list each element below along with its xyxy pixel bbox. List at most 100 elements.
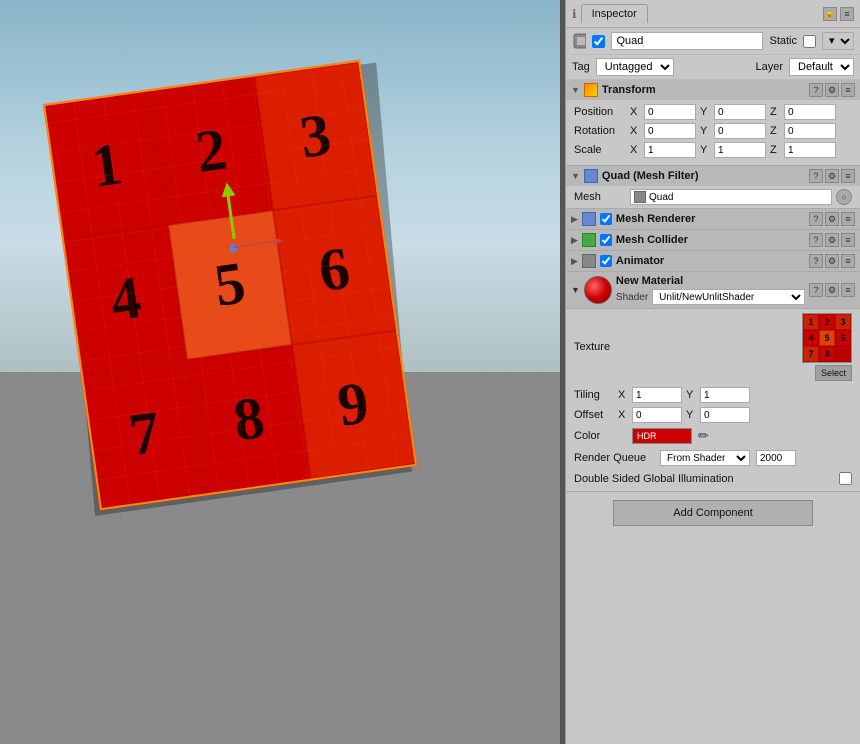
scale-z-label: Z [770,144,780,156]
animator-checkbox[interactable] [600,255,612,267]
material-header: ▼ New Material Shader Unlit/NewUnlitShad… [566,272,860,309]
animator-buttons: ? ⚙ ≡ [809,254,855,268]
scale-x-input[interactable] [644,142,696,158]
mesh-filter-component: ▼ Quad (Mesh Filter) ? ⚙ ≡ Mesh Quad ○ [566,166,860,209]
texture-row: Texture 1 2 3 4 5 6 7 8 Select [566,309,860,385]
animator-menu-btn[interactable]: ≡ [841,254,855,268]
lock-icon[interactable]: 🔒 [823,7,837,21]
offset-y-input[interactable] [700,407,750,423]
mesh-renderer-checkbox[interactable] [600,213,612,225]
material-shader-row: Shader Unlit/NewUnlitShader [616,289,805,305]
pos-y-input[interactable] [714,104,766,120]
transform-header[interactable]: ▼ Transform ? ⚙ ≡ [566,80,860,100]
material-preview-ball [584,276,612,304]
animator-fold-icon: ▶ [571,256,578,267]
scale-label: Scale [574,144,626,156]
add-component-button[interactable]: Add Component [613,500,813,526]
mesh-filter-info-btn[interactable]: ? [809,169,823,183]
viewport-resize-handle[interactable] [560,0,565,744]
tiling-x-input[interactable] [632,387,682,403]
eyedropper-icon[interactable]: ✏ [698,428,709,444]
scale-y-input[interactable] [714,142,766,158]
tex-8: 8 [819,346,835,362]
render-queue-select[interactable]: From Shader [660,450,750,466]
mesh-renderer-info-btn[interactable]: ? [809,212,823,226]
animator-header[interactable]: ▶ Animator ? ⚙ ≡ [566,251,860,271]
mesh-collider-component: ▶ Mesh Collider ? ⚙ ≡ [566,230,860,251]
viewport[interactable]: 1 2 3 4 5 6 7 8 9 [0,0,565,744]
offset-x-input[interactable] [632,407,682,423]
mesh-select-circle-btn[interactable]: ○ [836,189,852,205]
rotation-row: Rotation X Y Z [574,123,852,139]
quad-selection-border [43,60,417,511]
double-sided-checkbox[interactable] [839,472,852,485]
tiling-y-input[interactable] [700,387,750,403]
mesh-renderer-menu-btn[interactable]: ≡ [841,212,855,226]
pos-z-input[interactable] [784,104,836,120]
object-name-input[interactable] [611,32,763,50]
texture-label: Texture [574,341,629,353]
material-settings-btn[interactable]: ⚙ [825,283,839,297]
animator-info-btn[interactable]: ? [809,254,823,268]
pos-x-input[interactable] [644,104,696,120]
transform-menu-btn[interactable]: ≡ [841,83,855,97]
color-swatch[interactable]: HDR [632,428,692,444]
rot-x-input[interactable] [644,123,696,139]
double-sided-row: Double Sided Global Illumination [566,469,860,491]
mesh-collider-header[interactable]: ▶ Mesh Collider ? ⚙ ≡ [566,230,860,250]
tex-3: 3 [835,314,851,330]
transform-info-btn[interactable]: ? [809,83,823,97]
mesh-collider-checkbox[interactable] [600,234,612,246]
mesh-collider-settings-btn[interactable]: ⚙ [825,233,839,247]
rot-y-input[interactable] [714,123,766,139]
mesh-collider-menu-btn[interactable]: ≡ [841,233,855,247]
rot-x-label: X [630,125,640,137]
animator-title: Animator [616,255,805,267]
scale-z-input[interactable] [784,142,836,158]
transform-settings-btn[interactable]: ⚙ [825,83,839,97]
inspector-header: ℹ Inspector 🔒 ≡ [566,0,860,28]
shader-select[interactable]: Unlit/NewUnlitShader [652,289,805,305]
mesh-filter-menu-btn[interactable]: ≡ [841,169,855,183]
quad-object[interactable]: 1 2 3 4 5 6 7 8 9 [43,60,417,511]
tag-select[interactable]: Untagged [596,58,674,76]
mesh-collider-info-btn[interactable]: ? [809,233,823,247]
texture-thumbnail[interactable]: 1 2 3 4 5 6 7 8 [802,313,852,363]
rot-z-input[interactable] [784,123,836,139]
object-type-icon [572,32,586,50]
mesh-collider-buttons: ? ⚙ ≡ [809,233,855,247]
mesh-row: Mesh Quad ○ [566,186,860,208]
transform-title: Transform [602,84,805,96]
material-info-btn[interactable]: ? [809,283,823,297]
transform-gizmo[interactable] [218,231,263,276]
mesh-renderer-buttons: ? ⚙ ≡ [809,212,855,226]
pos-z-label: Z [770,106,780,118]
static-dropdown[interactable]: ▾ [822,32,854,50]
transform-component: ▼ Transform ? ⚙ ≡ Position X Y Z [566,80,860,166]
rot-y-label: Y [700,125,710,137]
material-info: New Material Shader Unlit/NewUnlitShader [616,275,805,305]
tag-label: Tag [572,61,590,73]
mesh-filter-settings-btn[interactable]: ⚙ [825,169,839,183]
mesh-filter-fold-icon: ▼ [571,171,580,181]
main-area: 1 2 3 4 5 6 7 8 9 [0,0,860,744]
mesh-filter-header[interactable]: ▼ Quad (Mesh Filter) ? ⚙ ≡ [566,166,860,186]
mesh-filter-buttons: ? ⚙ ≡ [809,169,855,183]
tex-7: 7 [803,346,819,362]
scale-y-label: Y [700,144,710,156]
material-name: New Material [616,275,805,287]
transform-buttons: ? ⚙ ≡ [809,83,855,97]
menu-icon[interactable]: ≡ [840,7,854,21]
double-sided-label: Double Sided Global Illumination [574,473,734,485]
color-hdr-label: HDR [633,429,691,443]
material-menu-btn[interactable]: ≡ [841,283,855,297]
static-checkbox[interactable] [803,35,816,48]
texture-select-btn[interactable]: Select [815,365,852,381]
render-queue-number[interactable] [756,450,796,466]
animator-settings-btn[interactable]: ⚙ [825,254,839,268]
inspector-tab[interactable]: Inspector [581,4,648,23]
mesh-renderer-settings-btn[interactable]: ⚙ [825,212,839,226]
object-active-checkbox[interactable] [592,35,605,48]
layer-select[interactable]: Default [789,58,854,76]
mesh-renderer-header[interactable]: ▶ Mesh Renderer ? ⚙ ≡ [566,209,860,229]
